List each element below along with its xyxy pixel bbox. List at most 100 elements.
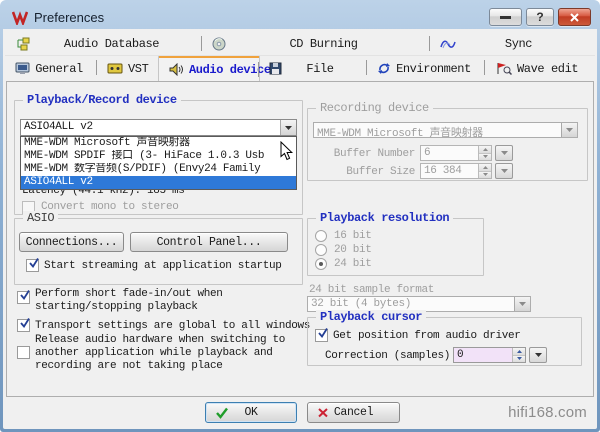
tab-label: VST <box>128 62 158 76</box>
tab-label: File <box>287 62 363 76</box>
help-button[interactable]: ? <box>526 8 554 26</box>
button-label: Connections... <box>26 236 118 249</box>
title-bar[interactable]: Preferences ? <box>3 0 597 29</box>
buffer-number-dropdown-button[interactable] <box>495 145 513 161</box>
cancel-button[interactable]: Cancel <box>307 402 400 423</box>
dropdown-arrow-icon <box>561 123 577 137</box>
spin-up-icon[interactable] <box>479 164 491 172</box>
radio-20bit[interactable] <box>315 244 327 256</box>
tab-strip-top: Audio Database CD Burning Sync <box>5 32 595 56</box>
sync-wave-icon <box>440 38 456 50</box>
dropdown-option[interactable]: MME-WDM 数字音频(S/PDIF) (Envy24 Family <box>21 163 296 176</box>
correction-field[interactable]: 0 <box>453 347 526 363</box>
tab-audio-device[interactable]: Audio device <box>159 56 259 81</box>
radio-24bit[interactable] <box>315 258 327 270</box>
speaker-icon <box>169 63 184 76</box>
start-streaming-checkbox[interactable] <box>26 259 39 272</box>
control-panel-button[interactable]: Control Panel... <box>130 232 288 252</box>
dropdown-option-selected[interactable]: ASIO4ALL v2 <box>21 176 296 189</box>
tab-label: Audio Database <box>35 37 198 51</box>
release-hardware-checkbox[interactable] <box>17 346 30 359</box>
minimize-icon <box>500 16 511 19</box>
group-title: Playback/Record device <box>23 93 181 107</box>
spinner[interactable] <box>478 164 491 178</box>
combobox-value: MME-WDM Microsoft 声音映射器 <box>314 123 561 137</box>
radio-24bit-label: 24 bit <box>334 258 372 270</box>
app-icon <box>12 10 28 25</box>
spin-down-icon[interactable] <box>513 356 525 363</box>
window-title: Preferences <box>34 10 489 25</box>
dropdown-arrow-icon[interactable] <box>280 120 296 135</box>
group-title: ASIO <box>23 211 58 225</box>
tab-label: Sync <box>461 37 586 51</box>
computer-icon <box>15 62 30 75</box>
check-icon <box>19 318 31 329</box>
convert-mono-label: Convert mono to stereo <box>41 201 179 213</box>
fade-label: Perform short fade-in/out when starting/… <box>35 288 280 314</box>
ok-check-icon <box>215 407 229 423</box>
correction-value: 0 <box>454 348 512 362</box>
dropdown-option[interactable]: MME-WDM Microsoft 声音映射器 <box>21 137 296 150</box>
tab-general[interactable]: General <box>5 56 97 81</box>
close-icon <box>569 13 580 22</box>
audio-database-icon <box>15 37 30 51</box>
ok-button[interactable]: OK <box>205 402 297 423</box>
spin-up-icon[interactable] <box>479 146 491 154</box>
radio-20bit-label: 20 bit <box>334 244 372 256</box>
recording-device-combobox[interactable]: MME-WDM Microsoft 声音映射器 <box>313 122 578 138</box>
button-label: OK <box>244 406 257 419</box>
tab-vst[interactable]: VST <box>97 56 159 81</box>
buffer-size-value: 16 384 <box>421 164 478 178</box>
check-icon <box>317 328 329 339</box>
tab-label: Wave edit <box>517 62 588 76</box>
spinner[interactable] <box>512 348 525 362</box>
group-title: Playback resolution <box>316 211 453 225</box>
spin-down-icon[interactable] <box>479 154 491 161</box>
buffer-size-dropdown-button[interactable] <box>495 163 513 179</box>
playback-device-dropdown-list: MME-WDM Microsoft 声音映射器 MME-WDM SPDIF 接口… <box>20 136 297 190</box>
cassette-icon <box>107 63 123 74</box>
playback-device-combobox[interactable]: ASIO4ALL v2 <box>20 119 297 136</box>
tab-environment[interactable]: Environment <box>367 56 485 81</box>
get-position-label: Get position from audio driver <box>333 330 521 342</box>
get-position-checkbox[interactable] <box>315 329 328 342</box>
close-button[interactable] <box>558 8 591 26</box>
refresh-arrows-icon <box>377 62 391 75</box>
fade-checkbox[interactable] <box>17 291 30 304</box>
preferences-window: Preferences ? Audio Database CD Burning <box>0 0 600 432</box>
spin-up-icon[interactable] <box>513 348 525 356</box>
button-label: Cancel <box>334 406 373 419</box>
watermark: hifi168.com <box>508 404 587 421</box>
button-label: Control Panel... <box>157 236 262 249</box>
tab-file[interactable]: File <box>259 56 367 81</box>
tab-audio-database[interactable]: Audio Database <box>5 32 202 55</box>
check-icon <box>19 290 31 301</box>
radio-16bit-label: 16 bit <box>334 230 372 242</box>
buffer-number-label: Buffer Number <box>315 148 415 160</box>
tab-sync[interactable]: Sync <box>430 32 590 55</box>
cancel-x-icon <box>317 407 329 422</box>
tab-label: Environment <box>396 62 481 76</box>
buffer-size-label: Buffer Size <box>315 166 415 178</box>
buffer-number-field[interactable]: 6 <box>420 145 492 161</box>
transport-checkbox[interactable] <box>17 319 30 332</box>
buffer-size-field[interactable]: 16 384 <box>420 163 492 179</box>
minimize-button[interactable] <box>489 8 522 26</box>
mouse-cursor-icon <box>280 141 294 165</box>
help-icon: ? <box>536 10 543 24</box>
sample-format-label: 24 bit sample format <box>309 284 434 296</box>
check-icon <box>28 258 40 269</box>
correction-dropdown-button[interactable] <box>529 347 547 363</box>
dropdown-option[interactable]: MME-WDM SPDIF 接口 (3- HiFace 1.0.3 Usb <box>21 150 296 163</box>
radio-16bit[interactable] <box>315 230 327 242</box>
spinner[interactable] <box>478 146 491 160</box>
transport-label: Transport settings are global to all win… <box>35 320 310 332</box>
connections-button[interactable]: Connections... <box>19 232 124 252</box>
radio-dot <box>319 262 323 266</box>
tab-wave-edit[interactable]: Wave edit <box>485 56 590 81</box>
tab-label: CD Burning <box>231 37 426 51</box>
spin-down-icon[interactable] <box>479 172 491 179</box>
start-streaming-label: Start streaming at application startup <box>44 260 282 272</box>
tab-cd-burning[interactable]: CD Burning <box>202 32 430 55</box>
tab-label: General <box>35 62 93 76</box>
